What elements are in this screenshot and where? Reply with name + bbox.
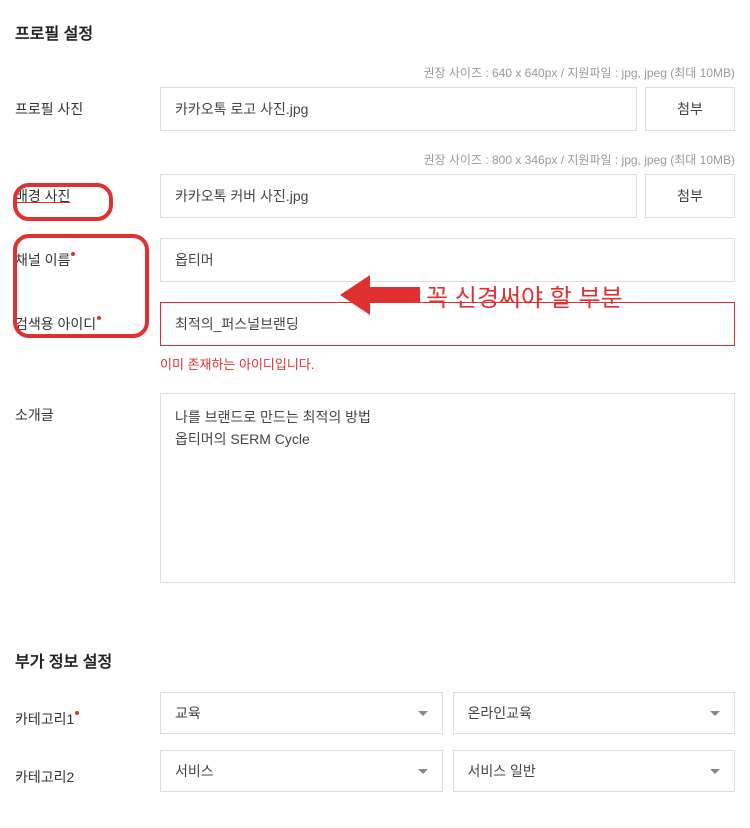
category2-main-value: 서비스 xyxy=(175,761,214,781)
category1-sub-value: 온라인교육 xyxy=(468,703,532,723)
profile-section-title: 프로필 설정 xyxy=(15,20,735,44)
profile-photo-attach-button[interactable]: 첨부 xyxy=(645,87,735,131)
cover-photo-label: 배경 사진 xyxy=(15,174,160,206)
category2-sub-value: 서비스 일반 xyxy=(468,761,536,781)
intro-textarea[interactable] xyxy=(160,393,735,583)
profile-photo-label: 프로필 사진 xyxy=(15,87,160,119)
channel-name-label-text: 채널 이름 xyxy=(15,252,70,268)
profile-photo-filename: 카카오톡 로고 사진.jpg xyxy=(160,87,637,131)
category1-main-value: 교육 xyxy=(175,703,201,723)
required-indicator-icon xyxy=(71,252,75,256)
cover-photo-hint: 권장 사이즈 : 800 x 346px / 지원파일 : jpg, jpeg … xyxy=(15,151,735,168)
cover-photo-label-text: 배경 사진 xyxy=(15,188,70,204)
caret-down-icon xyxy=(710,711,720,716)
search-id-error-message: 이미 존재하는 아이디입니다. xyxy=(160,354,735,373)
profile-photo-filename-text: 카카오톡 로고 사진.jpg xyxy=(175,99,308,119)
caret-down-icon xyxy=(418,769,428,774)
required-indicator-icon xyxy=(75,711,79,715)
cover-photo-filename: 카카오톡 커버 사진.jpg xyxy=(160,174,637,218)
caret-down-icon xyxy=(710,769,720,774)
category1-sub-select[interactable]: 온라인교육 xyxy=(453,692,736,734)
category2-label: 카테고리2 xyxy=(15,755,160,787)
category2-sub-select[interactable]: 서비스 일반 xyxy=(453,750,736,792)
category2-label-text: 카테고리2 xyxy=(15,769,74,785)
category1-main-select[interactable]: 교육 xyxy=(160,692,443,734)
additional-section-title: 부가 정보 설정 xyxy=(15,648,735,672)
required-indicator-icon xyxy=(97,316,101,320)
cover-photo-filename-text: 카카오톡 커버 사진.jpg xyxy=(175,186,308,206)
channel-name-input[interactable] xyxy=(160,238,735,282)
profile-photo-hint: 권장 사이즈 : 640 x 640px / 지원파일 : jpg, jpeg … xyxy=(15,64,735,81)
search-id-label-text: 검색용 아이디 xyxy=(15,316,96,332)
search-id-input[interactable] xyxy=(160,302,735,346)
cover-photo-attach-button[interactable]: 첨부 xyxy=(645,174,735,218)
caret-down-icon xyxy=(418,711,428,716)
category1-label: 카테고리1 xyxy=(15,697,160,729)
intro-label-text: 소개글 xyxy=(15,407,54,423)
category2-main-select[interactable]: 서비스 xyxy=(160,750,443,792)
channel-name-label: 채널 이름 xyxy=(15,238,160,270)
intro-label: 소개글 xyxy=(15,393,160,425)
category1-label-text: 카테고리1 xyxy=(15,711,74,727)
search-id-label: 검색용 아이디 xyxy=(15,302,160,334)
profile-photo-label-text: 프로필 사진 xyxy=(15,101,83,117)
